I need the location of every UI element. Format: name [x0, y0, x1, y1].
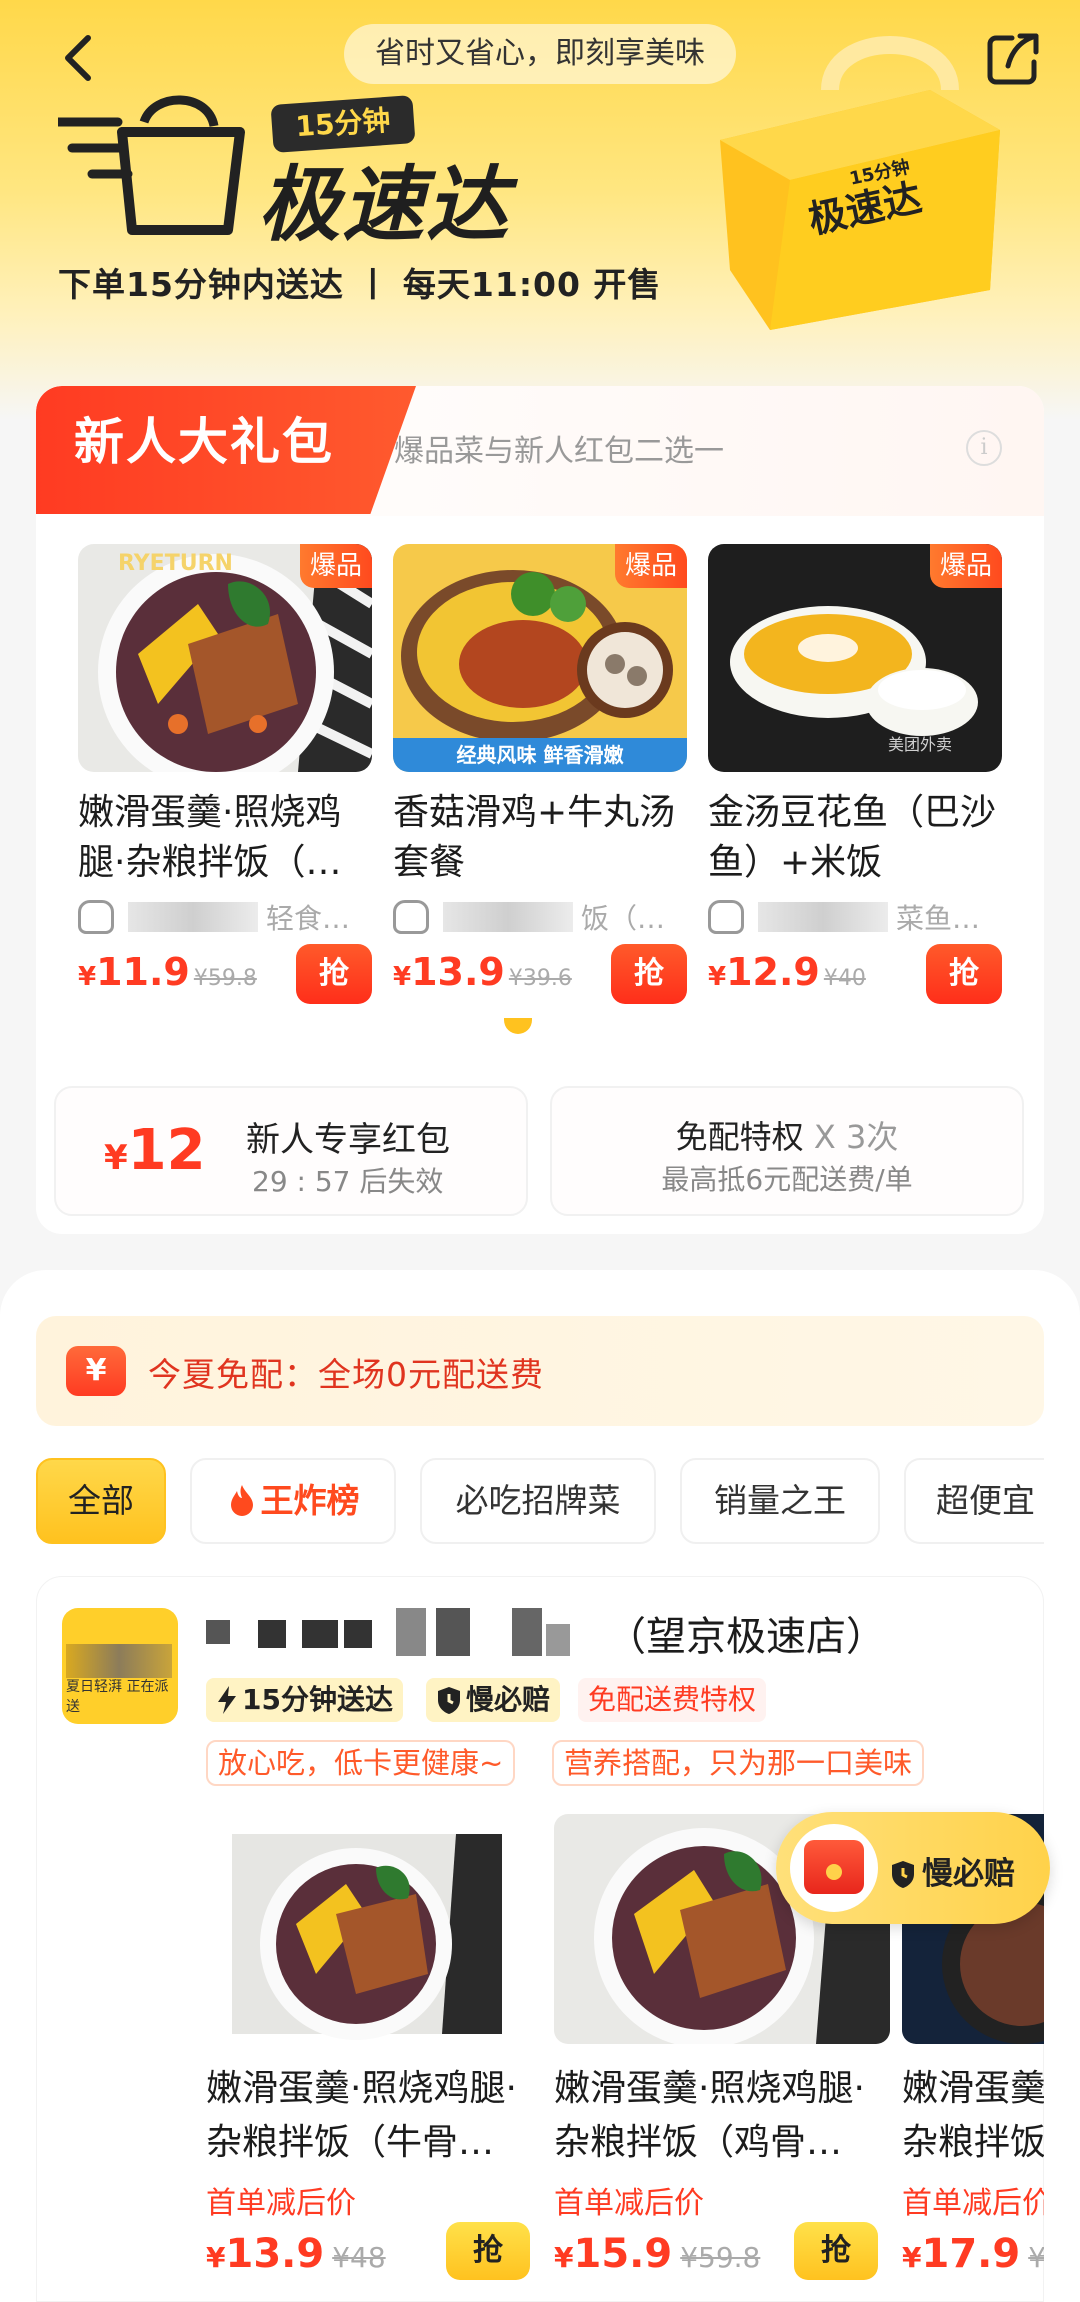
- blurred-shop-name: [443, 902, 573, 932]
- newcomer-desc: 爆品菜与新人红包二选一: [394, 434, 724, 469]
- tab-best-sellers[interactable]: 销量之王: [680, 1458, 880, 1544]
- first-order-label: 首单减后价: [206, 2186, 356, 2221]
- shop-name: （望京极速店）: [606, 1614, 886, 1660]
- deal-shop-name: 饭（…: [581, 902, 666, 935]
- floating-pill-label: 慢必赔: [890, 1848, 1015, 1893]
- hot-tag: 爆品: [930, 544, 1002, 588]
- food-image: [206, 1814, 542, 2044]
- summer-free-delivery-banner[interactable]: ¥ 今夏免配：全场0元配送费: [36, 1316, 1044, 1426]
- deal-price: ¥13.9: [393, 950, 505, 994]
- deal-original-price: ¥40: [823, 966, 866, 991]
- info-icon[interactable]: i: [966, 430, 1002, 466]
- late-compensation-badge: 慢必赔: [426, 1678, 561, 1722]
- newcomer-gift-card: 新人大礼包 爆品菜与新人红包二选一 i RYETURN 爆品 嫩滑蛋羹·照烧鸡腿…: [36, 386, 1044, 1234]
- deal-price-row: ¥13.9 ¥39.6 抢: [393, 944, 687, 1010]
- deal-price: ¥12.9: [708, 950, 820, 994]
- blurred-shop-name: [128, 902, 258, 932]
- deal-title: 香菇滑鸡+牛丸汤套餐: [393, 792, 676, 883]
- svg-text:RYETURN: RYETURN: [118, 551, 233, 576]
- first-order-label: 首单减后价: [554, 2186, 704, 2221]
- shop-icon: [393, 900, 429, 934]
- tab-all[interactable]: 全部: [36, 1458, 166, 1544]
- coupon-expire: 29 : 57 后失效: [252, 1165, 444, 1198]
- tab-hot-list[interactable]: 王炸榜: [190, 1458, 396, 1544]
- back-arrow-icon: [65, 35, 91, 81]
- deal-card[interactable]: 美团外卖 爆品 金汤豆花鱼（巴沙鱼）+米饭 菜鱼… ¥12.9 ¥40 抢: [708, 544, 1002, 1010]
- shop-icon: [708, 900, 744, 934]
- red-packet-coupon[interactable]: ¥12 新人专享红包 29 : 57 后失效: [54, 1086, 528, 1216]
- deal-price-row: ¥11.9 ¥59.8 抢: [78, 944, 372, 1010]
- slogan: 省时又省心，即刻享美味: [344, 24, 736, 84]
- deal-title: 金汤豆花鱼（巴沙鱼）+米饭: [708, 792, 997, 883]
- deal-price-row: ¥12.9 ¥40 抢: [708, 944, 1002, 1010]
- item-price: ¥15.9 ¥59.8: [554, 2231, 761, 2277]
- shop-icon: [78, 900, 114, 934]
- shield-clock-icon: [438, 1687, 460, 1714]
- deal-price: ¥11.9: [78, 950, 190, 994]
- tab-super-cheap[interactable]: 超便宜: [904, 1458, 1044, 1544]
- coupon-amount: ¥12: [104, 1118, 206, 1183]
- deal-shop: 轻食…: [78, 894, 372, 940]
- free-delivery-title: 免配特权 X 3次: [675, 1118, 899, 1156]
- svg-text:经典风味 鲜香滑嫩: 经典风味 鲜香滑嫩: [457, 743, 625, 767]
- coupon-title: 新人专享红包: [246, 1120, 450, 1160]
- newcomer-title: 新人大礼包: [36, 386, 416, 514]
- grab-button[interactable]: 抢: [446, 2222, 530, 2280]
- brand-title: 极速达: [258, 158, 510, 253]
- free-delivery-desc: 最高抵6元配送费/单: [661, 1163, 913, 1196]
- grab-button[interactable]: 抢: [611, 944, 687, 1004]
- item-price: ¥13.9 ¥48: [206, 2231, 386, 2277]
- first-order-label: 首单减后价: [902, 2186, 1044, 2221]
- hot-tag: 爆品: [615, 544, 687, 588]
- item-price: ¥17.9¥4: [902, 2231, 1044, 2277]
- red-envelope-icon: [790, 1824, 878, 1912]
- item-price-row: ¥17.9¥4: [902, 2222, 1044, 2286]
- summer-banner-text: 今夏免配：全场0元配送费: [148, 1355, 544, 1394]
- back-button[interactable]: [50, 28, 110, 88]
- coupon-yen-icon: ¥: [66, 1346, 126, 1396]
- shop-tag: 营养搭配，只为那一口美味: [552, 1740, 925, 1786]
- deal-shop-name: 轻食…: [266, 902, 351, 935]
- food-image: 经典风味 鲜香滑嫩 爆品: [393, 544, 687, 772]
- item-title: 嫩滑蛋羹·照烧鸡腿·杂粮拌饭（鸡骨…: [554, 2068, 865, 2163]
- grab-button[interactable]: 抢: [296, 944, 372, 1004]
- deal-card[interactable]: 经典风味 鲜香滑嫩 爆品 香菇滑鸡+牛丸汤套餐 饭（… ¥13.9 ¥39.6 抢: [393, 544, 687, 1010]
- tab-signature-dishes[interactable]: 必吃招牌菜: [420, 1458, 656, 1544]
- blurred-shop-name: [206, 1604, 606, 1660]
- grab-button[interactable]: 抢: [926, 944, 1002, 1004]
- flame-icon: [230, 1485, 253, 1516]
- lightning-icon: [218, 1686, 236, 1714]
- fast-delivery-badge: 15分钟送达: [206, 1678, 403, 1722]
- deal-title: 嫩滑蛋羹·照烧鸡腿·杂粮拌饭（…: [78, 792, 342, 883]
- item-price-row: ¥15.9 ¥59.8 抢: [554, 2222, 890, 2286]
- deal-shop-name: 菜鱼…: [896, 902, 981, 935]
- shop-tag: 放心吃，低卡更健康~: [206, 1740, 516, 1786]
- food-image: 美团外卖 爆品: [708, 544, 1002, 772]
- deal-shop: 菜鱼…: [708, 894, 1002, 940]
- floating-compensation-button[interactable]: 慢必赔: [776, 1812, 1050, 1924]
- menu-item[interactable]: 嫩滑蛋羹·照烧鸡腿·杂粮拌饭（牛骨… 首单减后价 ¥13.9 ¥48 抢: [206, 1814, 542, 2286]
- shield-clock-icon: [892, 1861, 914, 1888]
- item-title: 嫩滑蛋羹·照烧鸡腿·杂粮拌饭（牛骨…: [206, 2068, 517, 2163]
- deal-original-price: ¥59.8: [193, 966, 257, 991]
- hero-subtitle: 下单15分钟内送达 丨 每天11:00 开售: [58, 265, 662, 304]
- gift-bag-icon: 极速达 15分钟: [720, 36, 1000, 330]
- food-image: RYETURN 爆品: [78, 544, 372, 772]
- deal-shop: 饭（…: [393, 894, 687, 940]
- grab-button[interactable]: 抢: [794, 2222, 878, 2280]
- carousel-indicator: [504, 1018, 532, 1034]
- shop-logo: 夏日轻湃 正在派送: [62, 1608, 178, 1724]
- item-title: 嫩滑蛋羹·照烧鸡腿·杂粮拌饭（: [902, 2068, 1044, 2163]
- free-delivery-coupon[interactable]: 免配特权 X 3次 最高抵6元配送费/单: [550, 1086, 1024, 1216]
- blurred-shop-name: [758, 902, 888, 932]
- deal-card[interactable]: RYETURN 爆品 嫩滑蛋羹·照烧鸡腿·杂粮拌饭（… 轻食… ¥11.9 ¥59…: [78, 544, 372, 1010]
- item-price-row: ¥13.9 ¥48 抢: [206, 2222, 542, 2286]
- svg-text:美团外卖: 美团外卖: [888, 735, 952, 754]
- deal-original-price: ¥39.6: [508, 966, 572, 991]
- hot-tag: 爆品: [300, 544, 372, 588]
- free-delivery-badge: 免配送费特权: [578, 1678, 767, 1722]
